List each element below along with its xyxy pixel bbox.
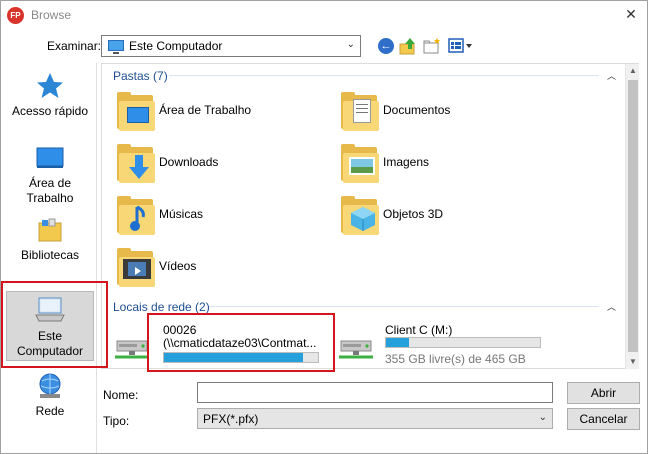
folder-name: Documentos	[383, 103, 451, 117]
star-icon	[37, 73, 63, 98]
places-bar: Acesso rápido Área de Trabalho Bibliotec…	[2, 63, 97, 453]
place-this-pc[interactable]: Este Computador	[6, 291, 94, 361]
collapse-group-button[interactable]: ︿	[607, 300, 616, 313]
new-folder-icon	[423, 38, 440, 54]
vertical-scrollbar[interactable]: ▲ ▼	[625, 64, 639, 369]
close-icon: ✕	[625, 6, 637, 22]
collapse-group-button[interactable]: ︿	[607, 69, 616, 82]
folder-name: Objetos 3D	[383, 207, 444, 221]
place-libraries[interactable]: Bibliotecas	[6, 217, 94, 273]
open-button[interactable]: Abrir	[567, 382, 640, 404]
computer-icon	[108, 40, 124, 54]
scroll-down-icon[interactable]: ▼	[626, 355, 640, 369]
look-in-label: Examinar:	[47, 39, 102, 53]
scroll-thumb[interactable]	[628, 80, 638, 352]
place-label: Área de Trabalho	[26, 176, 74, 205]
chevron-up-icon: ︿	[607, 302, 617, 312]
network-drive-icon	[339, 340, 373, 359]
place-label: Rede	[35, 404, 65, 418]
documents-folder-icon	[337, 89, 381, 133]
browse-dialog: FP Browse ✕ Examinar: Este Computador ⌄ …	[0, 0, 648, 454]
up-folder-icon	[399, 38, 415, 55]
filetype-value: PFX(*.pfx)	[203, 412, 259, 426]
group-divider	[209, 306, 599, 307]
usage-fill	[164, 353, 303, 362]
drive-usage-bar	[385, 337, 541, 348]
desktop-icon	[36, 147, 64, 168]
scroll-up-icon[interactable]: ▲	[626, 64, 640, 78]
pictures-folder-icon	[337, 141, 381, 185]
view-menu-button[interactable]	[447, 36, 473, 56]
filename-input[interactable]	[197, 382, 553, 403]
filetype-select[interactable]: PFX(*.pfx) ⌄	[197, 408, 553, 429]
place-label: Este Computador	[16, 329, 84, 358]
chevron-up-icon: ︿	[607, 71, 617, 81]
place-label: Bibliotecas	[20, 248, 80, 262]
window-title: Browse	[31, 8, 72, 22]
cancel-button[interactable]: Cancelar	[567, 408, 640, 430]
drive-free-space: 355 GB livre(s) de 465 GB	[385, 352, 526, 366]
title-bar: FP Browse ✕	[1, 1, 647, 30]
3d-objects-folder-icon	[337, 193, 381, 237]
folder-name: Músicas	[159, 207, 204, 221]
view-menu-icon	[448, 38, 472, 53]
network-location-name: 00026	[163, 323, 197, 337]
place-label: Acesso rápido	[11, 104, 89, 118]
group-divider	[169, 75, 599, 76]
app-icon: FP	[7, 7, 24, 24]
back-icon: ←	[378, 38, 394, 54]
music-folder-icon	[113, 193, 157, 237]
up-folder-button[interactable]	[398, 36, 418, 56]
new-folder-button[interactable]	[422, 36, 442, 56]
videos-folder-icon	[113, 245, 157, 289]
place-quick-access[interactable]: Acesso rápido	[6, 71, 94, 127]
network-icon	[39, 373, 61, 398]
folder-name: Área de Trabalho	[159, 103, 252, 117]
network-drive-icon	[115, 340, 149, 359]
group-header-network[interactable]: Locais de rede (2)	[113, 300, 210, 314]
computer-icon	[35, 297, 65, 322]
group-header-folders[interactable]: Pastas (7)	[113, 69, 168, 83]
folder-name: Vídeos	[159, 259, 197, 273]
chevron-down-icon: ⌄	[538, 412, 547, 423]
look-in-value: Este Computador	[129, 39, 223, 53]
chevron-down-icon: ⌄	[346, 39, 355, 50]
close-button[interactable]: ✕	[623, 6, 639, 22]
downloads-folder-icon	[113, 141, 157, 185]
folder-name: Downloads	[159, 155, 219, 169]
network-location-path: (\\cmaticdataze03\Contmat...	[163, 336, 317, 350]
desktop-folder-icon	[113, 89, 157, 133]
network-location-name: Client C (M:)	[385, 323, 453, 337]
filename-label: Nome:	[103, 388, 139, 402]
libraries-icon	[38, 218, 62, 242]
share-usage-bar	[163, 352, 319, 363]
usage-fill	[386, 338, 410, 347]
back-button[interactable]: ←	[376, 36, 396, 56]
place-network[interactable]: Rede	[6, 371, 94, 427]
place-desktop[interactable]: Área de Trabalho	[6, 145, 94, 207]
folder-name: Imagens	[383, 155, 430, 169]
look-in-combo[interactable]: Este Computador ⌄	[101, 35, 361, 57]
filetype-label: Tipo:	[103, 414, 130, 428]
